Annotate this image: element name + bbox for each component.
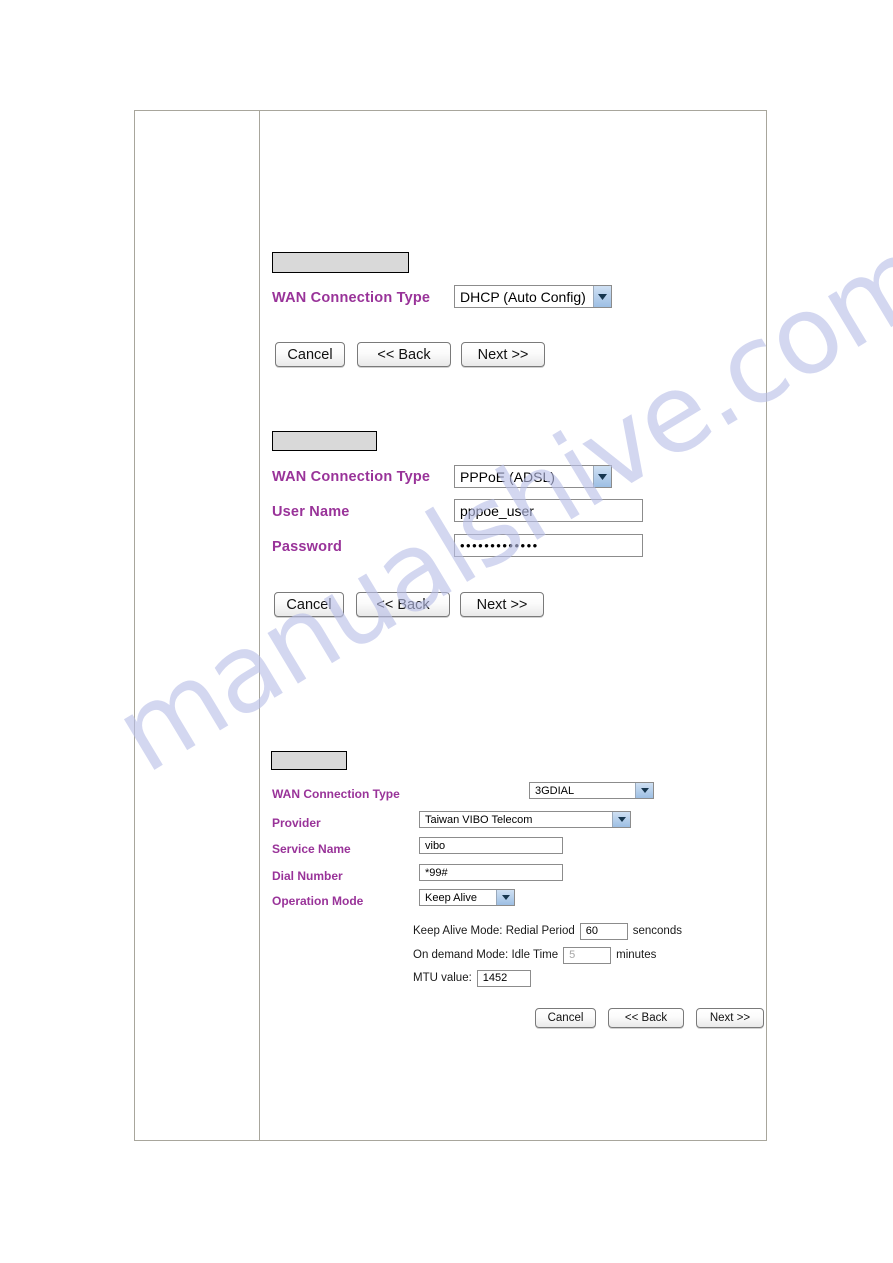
on-demand-mode-note: On demand Mode: Idle Time 5 minutes: [413, 947, 656, 964]
label-provider: Provider: [272, 816, 321, 830]
next-button-dhcp[interactable]: Next >>: [461, 342, 545, 367]
select-wan-connection-type-pppoe[interactable]: PPPoE (ADSL): [454, 465, 612, 488]
next-button-3gdial[interactable]: Next >>: [696, 1008, 764, 1028]
next-button-pppoe[interactable]: Next >>: [460, 592, 544, 617]
on-demand-mode-label: On demand Mode: Idle Time: [413, 948, 559, 961]
redial-period-input[interactable]: 60: [579, 923, 628, 940]
label-service-name: Service Name: [272, 842, 351, 856]
cancel-button-3gdial[interactable]: Cancel: [535, 1008, 596, 1028]
back-button-dhcp[interactable]: << Back: [357, 342, 451, 367]
keep-alive-mode-note: Keep Alive Mode: Redial Period 60 sencon…: [413, 923, 682, 940]
label-password: Password: [272, 539, 343, 555]
dial-number-input[interactable]: *99#: [419, 864, 563, 881]
select-value-pppoe: PPPoE (ADSL): [460, 468, 555, 485]
select-value-3gdial: 3GDIAL: [535, 784, 575, 797]
mtu-note: MTU value: 1452: [413, 970, 536, 987]
section-title-box-3gdial: [271, 751, 347, 770]
idle-time-unit: minutes: [616, 948, 657, 961]
idle-time-input[interactable]: 5: [563, 947, 612, 964]
manual-page-frame: WAN Connection Type DHCP (Auto Config) C…: [134, 110, 767, 1141]
password-input[interactable]: •••••••••••••: [454, 534, 643, 557]
chevron-down-icon: [612, 812, 630, 827]
chevron-down-icon: [593, 466, 611, 487]
select-wan-connection-type-3gdial[interactable]: 3GDIAL: [529, 782, 654, 799]
select-wan-connection-type-dhcp[interactable]: DHCP (Auto Config): [454, 285, 612, 308]
label-wan-connection-type-dhcp: WAN Connection Type: [272, 290, 431, 306]
select-operation-mode[interactable]: Keep Alive: [419, 889, 515, 906]
chevron-down-icon: [593, 286, 611, 307]
section-title-box-pppoe: [272, 431, 377, 451]
select-value-dhcp: DHCP (Auto Config): [460, 288, 586, 305]
select-value-provider: Taiwan VIBO Telecom: [425, 813, 533, 826]
page-left-column: [135, 111, 260, 1140]
user-name-input[interactable]: pppoe_user: [454, 499, 643, 522]
label-operation-mode: Operation Mode: [272, 894, 364, 908]
cancel-button-pppoe[interactable]: Cancel: [274, 592, 344, 617]
label-dial-number: Dial Number: [272, 869, 343, 883]
service-name-input[interactable]: vibo: [419, 837, 563, 854]
chevron-down-icon: [496, 890, 514, 905]
section-title-box-dhcp: [272, 252, 409, 273]
cancel-button-dhcp[interactable]: Cancel: [275, 342, 345, 367]
label-wan-connection-type-3gdial: WAN Connection Type: [272, 787, 400, 801]
label-user-name: User Name: [272, 504, 350, 520]
select-provider[interactable]: Taiwan VIBO Telecom: [419, 811, 631, 828]
back-button-3gdial[interactable]: << Back: [608, 1008, 684, 1028]
back-button-pppoe[interactable]: << Back: [356, 592, 450, 617]
redial-period-unit: senconds: [632, 924, 682, 937]
mtu-input[interactable]: 1452: [476, 970, 531, 987]
page-content-column: WAN Connection Type DHCP (Auto Config) C…: [261, 111, 766, 1140]
keep-alive-mode-label: Keep Alive Mode: Redial Period: [413, 924, 575, 937]
chevron-down-icon: [635, 783, 653, 798]
mtu-label: MTU value:: [413, 971, 472, 984]
select-value-operation-mode: Keep Alive: [425, 891, 477, 904]
label-wan-connection-type-pppoe: WAN Connection Type: [272, 469, 431, 485]
